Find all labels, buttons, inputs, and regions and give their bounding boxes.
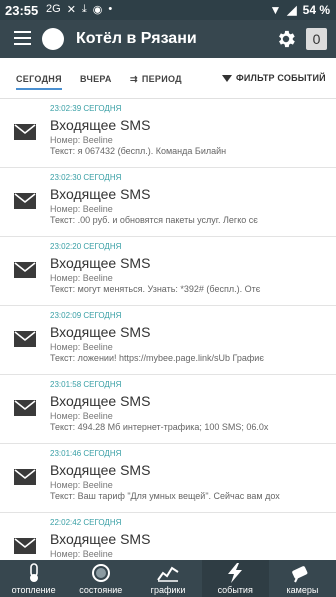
- envelope-icon: [14, 331, 36, 347]
- nav-heating-label: отопление: [11, 585, 56, 595]
- event-title: Входящее SMS: [50, 531, 151, 547]
- lightning-icon: [228, 563, 243, 583]
- tab-period-label: ПЕРИОД: [141, 74, 182, 84]
- dot-icon: •: [108, 3, 113, 15]
- shazam-icon: ◉: [92, 4, 103, 16]
- filter-icon: [222, 75, 232, 83]
- event-sender: Номер: Beeline: [50, 480, 113, 490]
- nav-status-label: состояние: [79, 585, 123, 595]
- event-time: 23:02:30 СЕГОДНЯ: [50, 173, 122, 182]
- wifi-icon: ▼: [269, 3, 282, 17]
- nav-events-label: события: [217, 585, 253, 595]
- nav-cameras-label: камеры: [286, 585, 319, 595]
- download-icon: ⤓: [81, 3, 87, 15]
- nav-charts-label: графики: [150, 585, 186, 595]
- event-item[interactable]: 23:02:09 СЕГОДНЯ Входящее SMS Номер: Beeli…: [0, 305, 336, 375]
- nav-events[interactable]: события: [201, 560, 269, 597]
- filter-events-button[interactable]: ФИЛЬТР СОБЫТИЙ: [222, 73, 326, 83]
- envelope-icon: [14, 538, 36, 554]
- notification-badge[interactable]: 0: [306, 28, 327, 50]
- event-item[interactable]: 22:02:42 СЕГОДНЯ Входящее SMS Номер: Beeli…: [0, 512, 336, 560]
- filter-label: ФИЛЬТР СОБЫТИЙ: [236, 73, 326, 83]
- calendar-icon: ⇉: [130, 74, 138, 84]
- tab-period[interactable]: ⇉ ПЕРИОД: [130, 74, 182, 85]
- event-text: Текст: Ваш тариф "Для умных вещей". Сейч…: [50, 491, 280, 501]
- cell-signal-icon: ◢: [287, 3, 297, 17]
- event-title: Входящее SMS: [50, 117, 151, 133]
- thermometer-icon: [29, 563, 38, 582]
- camera-icon: [292, 566, 308, 583]
- event-time: 23:01:58 СЕГОДНЯ: [50, 380, 122, 389]
- app-bar: Котёл в Рязани 0: [0, 20, 336, 58]
- envelope-icon: [14, 124, 36, 140]
- nav-heating[interactable]: отопление: [0, 560, 67, 597]
- event-text: Текст: могут меняться. Узнать: *392# (бе…: [50, 284, 261, 294]
- event-sender: Номер: Beeline: [50, 411, 113, 421]
- event-text: Текст: .00 руб. и обновятся пакеты услуг…: [50, 215, 258, 225]
- bottom-nav: отопление состояние графики события каме…: [0, 560, 336, 597]
- event-title: Входящее SMS: [50, 255, 151, 271]
- event-text: Текст: 494.28 Мб интернет-трафика; 100 S…: [50, 422, 269, 432]
- chart-icon: [157, 566, 179, 582]
- status-bar: 23:55 2G ✕ ⤓ ◉ • ▼ ◢ 54 %: [0, 0, 336, 20]
- tab-yesterday[interactable]: ВЧЕРА: [80, 74, 112, 84]
- event-sender: Номер: Beeline: [50, 273, 113, 283]
- event-sender: Номер: Beeline: [50, 549, 113, 559]
- event-time: 23:02:20 СЕГОДНЯ: [50, 242, 122, 251]
- period-tabs: СЕГОДНЯ ВЧЕРА ⇉ ПЕРИОД ФИЛЬТР СОБЫТИЙ: [0, 58, 336, 99]
- nav-cameras[interactable]: камеры: [269, 560, 336, 597]
- event-item[interactable]: 23:02:30 СЕГОДНЯ Входящее SMS Номер: Beeli…: [0, 167, 336, 237]
- event-time: 23:01:46 СЕГОДНЯ: [50, 449, 122, 458]
- battery-text: 54 %: [302, 3, 330, 17]
- event-sender: Номер: Beeline: [50, 135, 113, 145]
- event-time: 23:02:09 СЕГОДНЯ: [50, 311, 122, 320]
- nav-charts[interactable]: графики: [134, 560, 201, 597]
- gear-icon[interactable]: [275, 28, 297, 50]
- envelope-icon: [14, 262, 36, 278]
- status-ring-icon: [91, 564, 110, 582]
- event-title: Входящее SMS: [50, 462, 151, 478]
- status-left-icons: 2G ✕ ⤓ ◉ •: [46, 3, 112, 16]
- nav-status[interactable]: состояние: [67, 560, 134, 597]
- menu-icon[interactable]: [14, 31, 31, 45]
- event-item[interactable]: 23:02:20 СЕГОДНЯ Входящее SMS Номер: Beeli…: [0, 236, 336, 306]
- mute-icon: ✕: [66, 4, 76, 16]
- envelope-icon: [14, 193, 36, 209]
- event-list: 23:02:39 СЕГОДНЯ Входящее SMS Номер: Beeli…: [0, 98, 336, 560]
- event-title: Входящее SMS: [50, 324, 151, 340]
- event-text: Текст: я 067432 (беспл.). Команда Билайн: [50, 146, 227, 156]
- event-item[interactable]: 23:02:39 СЕГОДНЯ Входящее SMS Номер: Beeli…: [0, 98, 336, 168]
- event-title: Входящее SMS: [50, 393, 151, 409]
- signal-2g-text: 2G: [46, 3, 61, 15]
- envelope-icon: [14, 469, 36, 485]
- event-text: Текст: ложении! https://mybee.page.link/…: [50, 353, 264, 363]
- status-right: ▼ ◢ 54 %: [270, 3, 330, 17]
- device-status-icon: [42, 28, 64, 50]
- event-sender: Номер: Beeline: [50, 204, 113, 214]
- event-item[interactable]: 23:01:46 СЕГОДНЯ Входящее SMS Номер: Beeli…: [0, 443, 336, 513]
- envelope-icon: [14, 400, 36, 416]
- event-item[interactable]: 23:01:58 СЕГОДНЯ Входящее SMS Номер: Beeli…: [0, 374, 336, 444]
- event-sender: Номер: Beeline: [50, 342, 113, 352]
- tab-today[interactable]: СЕГОДНЯ: [16, 74, 62, 90]
- event-time: 22:02:42 СЕГОДНЯ: [50, 518, 122, 527]
- status-time: 23:55: [5, 3, 39, 18]
- event-time: 23:02:39 СЕГОДНЯ: [50, 104, 122, 113]
- page-title: Котёл в Рязани: [76, 30, 197, 47]
- event-title: Входящее SMS: [50, 186, 151, 202]
